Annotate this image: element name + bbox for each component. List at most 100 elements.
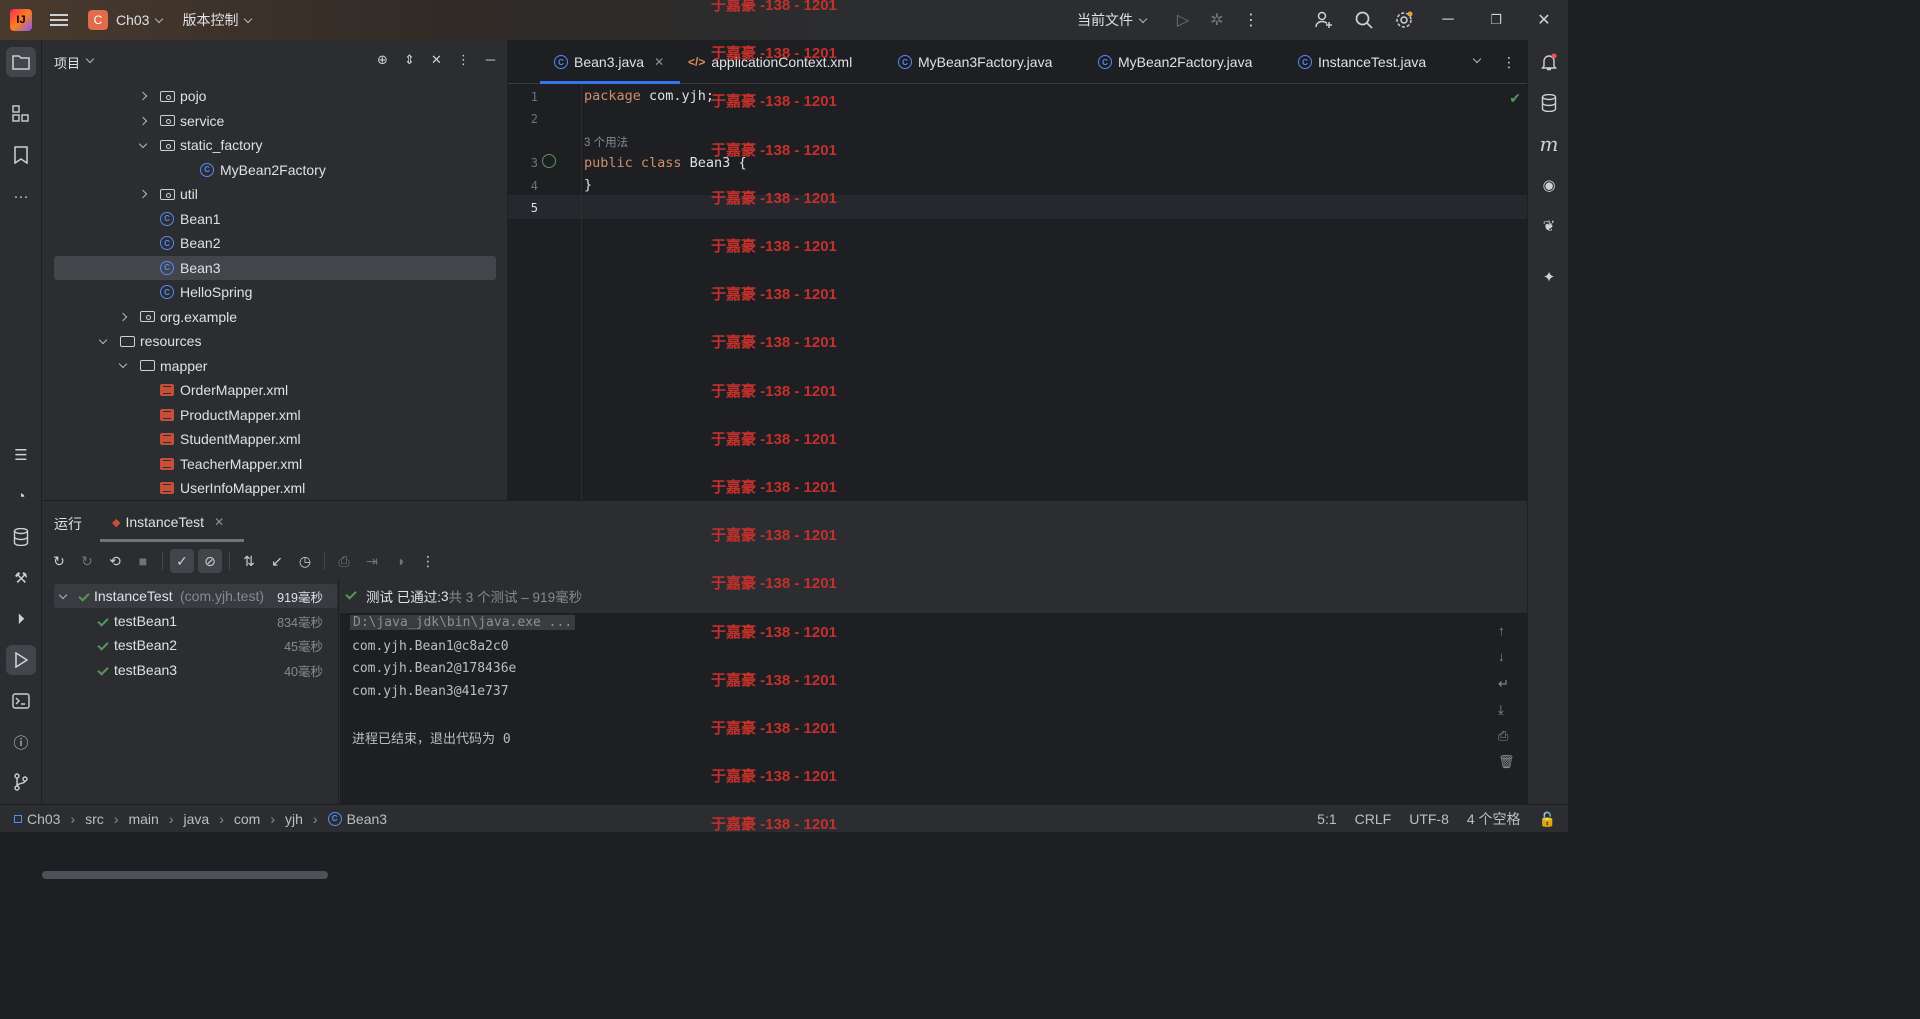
inspection-ok-check-icon[interactable]: ✔ [1509, 90, 1521, 107]
collapse-all-icon[interactable]: ✕ [428, 52, 445, 68]
test-row-instancetest[interactable]: InstanceTest (com.yjh.test) 919毫秒 [54, 584, 337, 608]
chevron-down-icon[interactable] [138, 139, 148, 148]
breadcrumb-item[interactable]: com [234, 811, 260, 827]
breadcrumb-item[interactable]: main [128, 811, 158, 827]
tree-item-studentmapper-xml[interactable]: StudentMapper.xml [54, 427, 496, 451]
test-row-testbean2[interactable]: testBean2 45毫秒 [54, 633, 337, 657]
restore-icon[interactable]: ❐ [1472, 0, 1520, 40]
chevron-down-icon[interactable] [118, 359, 128, 369]
expand-all-icon[interactable]: ⇕ [401, 52, 418, 68]
line-separator[interactable]: CRLF [1355, 811, 1392, 827]
tree-item-hellospring[interactable]: C HelloSpring [54, 280, 496, 304]
main-menu-icon[interactable] [50, 14, 68, 26]
tree-item-org-example[interactable]: org.example [54, 305, 496, 329]
endpoints-icon[interactable]: ◉ [1534, 170, 1564, 200]
tab-applicationcontext-xml[interactable]: </> applicationContext.xml [688, 40, 852, 84]
scroll-to-end-icon[interactable]: ⤓ [1498, 702, 1504, 718]
debug-icon[interactable]: ✲ [1200, 0, 1234, 40]
hide-panel-icon[interactable]: ─ [482, 52, 499, 68]
toggle-auto-test-icon[interactable]: ⟲ [103, 549, 127, 573]
tree-item-teachermapper-xml[interactable]: TeacherMapper.xml [54, 452, 496, 476]
breadcrumb-item[interactable]: Ch03 [27, 811, 60, 827]
git-branch-icon[interactable] [6, 767, 36, 797]
tree-item-bean2[interactable]: C Bean2 [54, 231, 496, 255]
build-hammer-icon[interactable]: ⚒ [6, 563, 36, 593]
console-command-line[interactable]: D:\java_jdk\bin\java.exe ... [350, 615, 576, 630]
database-tool-icon[interactable] [1534, 88, 1564, 118]
collapse-icon[interactable]: ↙ [265, 549, 289, 573]
test-tree-hscrollbar[interactable] [42, 871, 328, 879]
run-config-selector[interactable]: 当前文件 [1077, 10, 1148, 30]
scroll-up-icon[interactable]: ↑ [1498, 623, 1505, 638]
usages-hint[interactable]: 3 个用法 [584, 134, 628, 150]
project-tool-icon[interactable] [6, 47, 36, 77]
tab-instancetest-java[interactable]: C InstanceTest.java [1298, 40, 1426, 84]
terminal-icon[interactable] [6, 686, 36, 716]
bookmarks-icon[interactable] [6, 140, 36, 170]
chevron-right-icon[interactable] [118, 312, 128, 321]
tree-item-pojo[interactable]: pojo [54, 84, 496, 108]
chevron-right-icon[interactable] [138, 116, 148, 125]
project-badge[interactable]: C [88, 10, 108, 30]
search-icon[interactable] [1344, 0, 1384, 40]
tree-item-mybean2factory[interactable]: C MyBean2Factory [54, 158, 496, 182]
code-line-4[interactable]: } [584, 177, 592, 193]
stop-icon[interactable]: ■ [131, 549, 155, 573]
show-passed-icon[interactable]: ✓ [170, 549, 194, 573]
coverage-icon[interactable]: ◑ [388, 549, 412, 573]
tree-item-static-factory[interactable]: static_factory [54, 133, 496, 157]
close-tab-icon[interactable]: ✕ [654, 55, 664, 69]
chevron-right-icon[interactable] [138, 189, 148, 199]
tab-options-icon[interactable]: ⋮ [1502, 40, 1516, 84]
more-tools-icon[interactable]: ··· [6, 181, 36, 211]
test-row-testbean1[interactable]: testBean1 834毫秒 [54, 609, 337, 633]
tree-item-userinfomapper-xml[interactable]: UserInfoMapper.xml [54, 476, 496, 500]
caret-position[interactable]: 5:1 [1317, 811, 1336, 827]
profiler-icon[interactable]: ◔ [6, 481, 36, 511]
tree-item-service[interactable]: service [54, 109, 496, 133]
more-actions-icon[interactable]: ⋮ [1234, 0, 1268, 40]
file-encoding[interactable]: UTF-8 [1409, 811, 1449, 827]
clear-trash-icon[interactable]: 🗑 [1498, 754, 1515, 770]
tab-mybean2factory-java[interactable]: C MyBean2Factory.java [1098, 40, 1252, 84]
breadcrumb-item[interactable]: yjh [285, 811, 303, 827]
notifications-bell-icon[interactable] [1534, 47, 1564, 77]
close-tab-icon[interactable]: ✕ [214, 515, 224, 529]
tab-instancetest[interactable]: ◆ InstanceTest ✕ [112, 514, 224, 530]
breadcrumb-item[interactable]: java [184, 811, 210, 827]
tree-item-productmapper-xml[interactable]: ProductMapper.xml [54, 403, 496, 427]
locate-file-icon[interactable]: ⊕ [374, 52, 391, 68]
minimize-icon[interactable]: ─ [1424, 0, 1472, 40]
services-icon[interactable]: ⏵ [6, 604, 36, 634]
breadcrumb-item[interactable]: src [85, 811, 104, 827]
read-only-lock-icon[interactable]: 🔓 [1539, 811, 1556, 828]
structure-tool-icon[interactable] [6, 99, 36, 129]
run-tool-icon[interactable] [6, 645, 36, 675]
test-row-testbean3[interactable]: testBean3 40毫秒 [54, 658, 337, 682]
tab-mybean3factory-java[interactable]: C MyBean3Factory.java [898, 40, 1052, 84]
database-icon[interactable] [6, 522, 36, 552]
test-history-icon[interactable]: ◷ [293, 549, 317, 573]
print-icon[interactable]: ⎙ [1498, 728, 1508, 744]
indent-setting[interactable]: 4 个空格 [1467, 809, 1521, 829]
chevron-down-icon[interactable] [98, 335, 108, 344]
more-run-actions-icon[interactable]: ⋮ [416, 549, 440, 573]
tree-item-util[interactable]: util [54, 182, 496, 206]
tree-item-bean3[interactable]: C Bean3 [54, 255, 496, 280]
spring-leaf-icon[interactable]: ❦ [1534, 211, 1564, 241]
code-line-3[interactable]: public class Bean3 { [584, 155, 747, 171]
rerun-icon[interactable]: ↻ [47, 549, 71, 573]
maven-icon[interactable]: m [1534, 129, 1564, 159]
close-window-icon[interactable]: ✕ [1520, 0, 1568, 40]
code-line-1[interactable]: package com.yjh; [584, 88, 714, 104]
export-icon[interactable]: ⎙ [332, 549, 356, 573]
tree-item-mapper[interactable]: mapper [54, 354, 496, 378]
options-icon[interactable]: ⋮ [455, 52, 472, 68]
tree-item-ordermapper-xml[interactable]: OrderMapper.xml [54, 378, 496, 402]
run-icon[interactable]: ▷ [1166, 0, 1200, 40]
tree-item-bean1[interactable]: C Bean1 [54, 207, 496, 231]
tab-bean3-java[interactable]: C Bean3.java ✕ [539, 40, 681, 84]
breadcrumb-item[interactable]: Bean3 [347, 811, 387, 827]
scroll-down-icon[interactable]: ↓ [1498, 649, 1505, 664]
todo-list-icon[interactable]: ☰ [6, 440, 36, 470]
